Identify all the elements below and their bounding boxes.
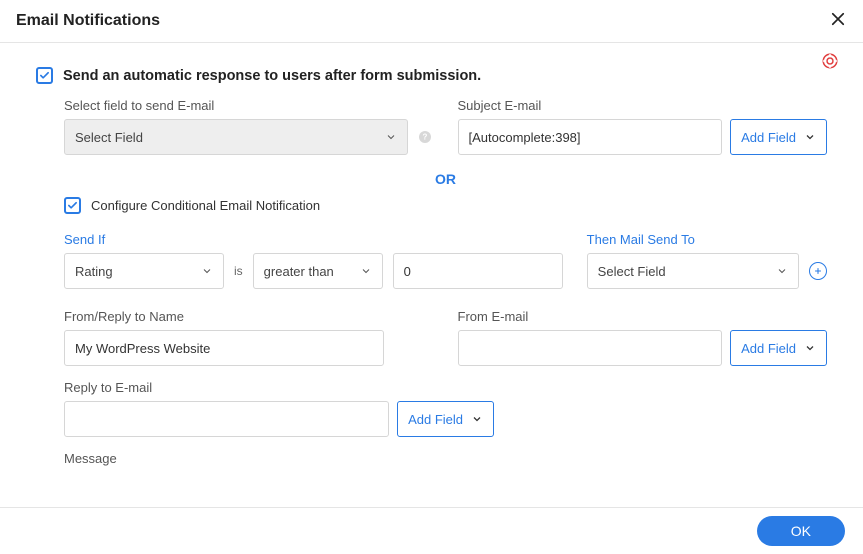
condition-field-value: Rating	[75, 264, 113, 279]
conditional-checkbox[interactable]	[64, 197, 81, 214]
select-field-dropdown[interactable]: Select Field	[64, 119, 408, 155]
caret-down-icon	[360, 265, 372, 277]
close-button[interactable]	[829, 10, 847, 32]
reply-email-input[interactable]	[64, 401, 389, 437]
auto-response-label: Send an automatic response to users afte…	[63, 68, 481, 84]
condition-operator-value: greater than	[264, 264, 334, 279]
condition-operator-dropdown[interactable]: greater than	[253, 253, 383, 289]
then-mail-dropdown[interactable]: Select Field	[587, 253, 799, 289]
reply-name-label: From/Reply to Name	[64, 309, 434, 324]
checkmark-icon	[39, 70, 50, 81]
svg-text:?: ?	[422, 133, 427, 142]
or-divider: OR	[64, 171, 827, 187]
message-label: Message	[64, 451, 827, 466]
send-if-label: Send If	[64, 232, 563, 247]
condition-field-dropdown[interactable]: Rating	[64, 253, 224, 289]
reply-name-input[interactable]	[64, 330, 384, 366]
select-field-label: Select field to send E-mail	[64, 98, 434, 113]
from-email-input[interactable]	[458, 330, 723, 366]
auto-response-checkbox[interactable]	[36, 67, 53, 84]
plus-icon	[813, 266, 823, 276]
add-field-label: Add Field	[741, 130, 796, 145]
add-field-label: Add Field	[741, 341, 796, 356]
add-condition-button[interactable]	[809, 262, 827, 280]
dialog-title: Email Notifications	[16, 12, 160, 30]
add-field-subject-button[interactable]: Add Field	[730, 119, 827, 155]
chevron-down-icon	[804, 342, 816, 354]
checkmark-icon	[67, 200, 78, 211]
then-mail-value: Select Field	[598, 264, 666, 279]
from-email-label: From E-mail	[458, 309, 828, 324]
chevron-down-icon	[804, 131, 816, 143]
caret-down-icon	[385, 131, 397, 143]
chevron-down-icon	[471, 413, 483, 425]
subject-label: Subject E-mail	[458, 98, 828, 113]
caret-down-icon	[201, 265, 213, 277]
ok-button[interactable]: OK	[757, 516, 845, 546]
select-field-value: Select Field	[75, 130, 143, 145]
conditional-label: Configure Conditional Email Notification	[91, 198, 320, 213]
help-lifebuoy-icon[interactable]	[821, 52, 839, 70]
close-icon	[829, 10, 847, 28]
add-field-reply-email-button[interactable]: Add Field	[397, 401, 494, 437]
reply-email-label: Reply to E-mail	[64, 380, 827, 395]
help-icon[interactable]: ?	[416, 128, 434, 146]
caret-down-icon	[776, 265, 788, 277]
subject-input[interactable]	[458, 119, 723, 155]
add-field-label: Add Field	[408, 412, 463, 427]
then-mail-label: Then Mail Send To	[587, 232, 827, 247]
is-text: is	[234, 264, 243, 278]
condition-value-input[interactable]	[393, 253, 563, 289]
add-field-from-email-button[interactable]: Add Field	[730, 330, 827, 366]
